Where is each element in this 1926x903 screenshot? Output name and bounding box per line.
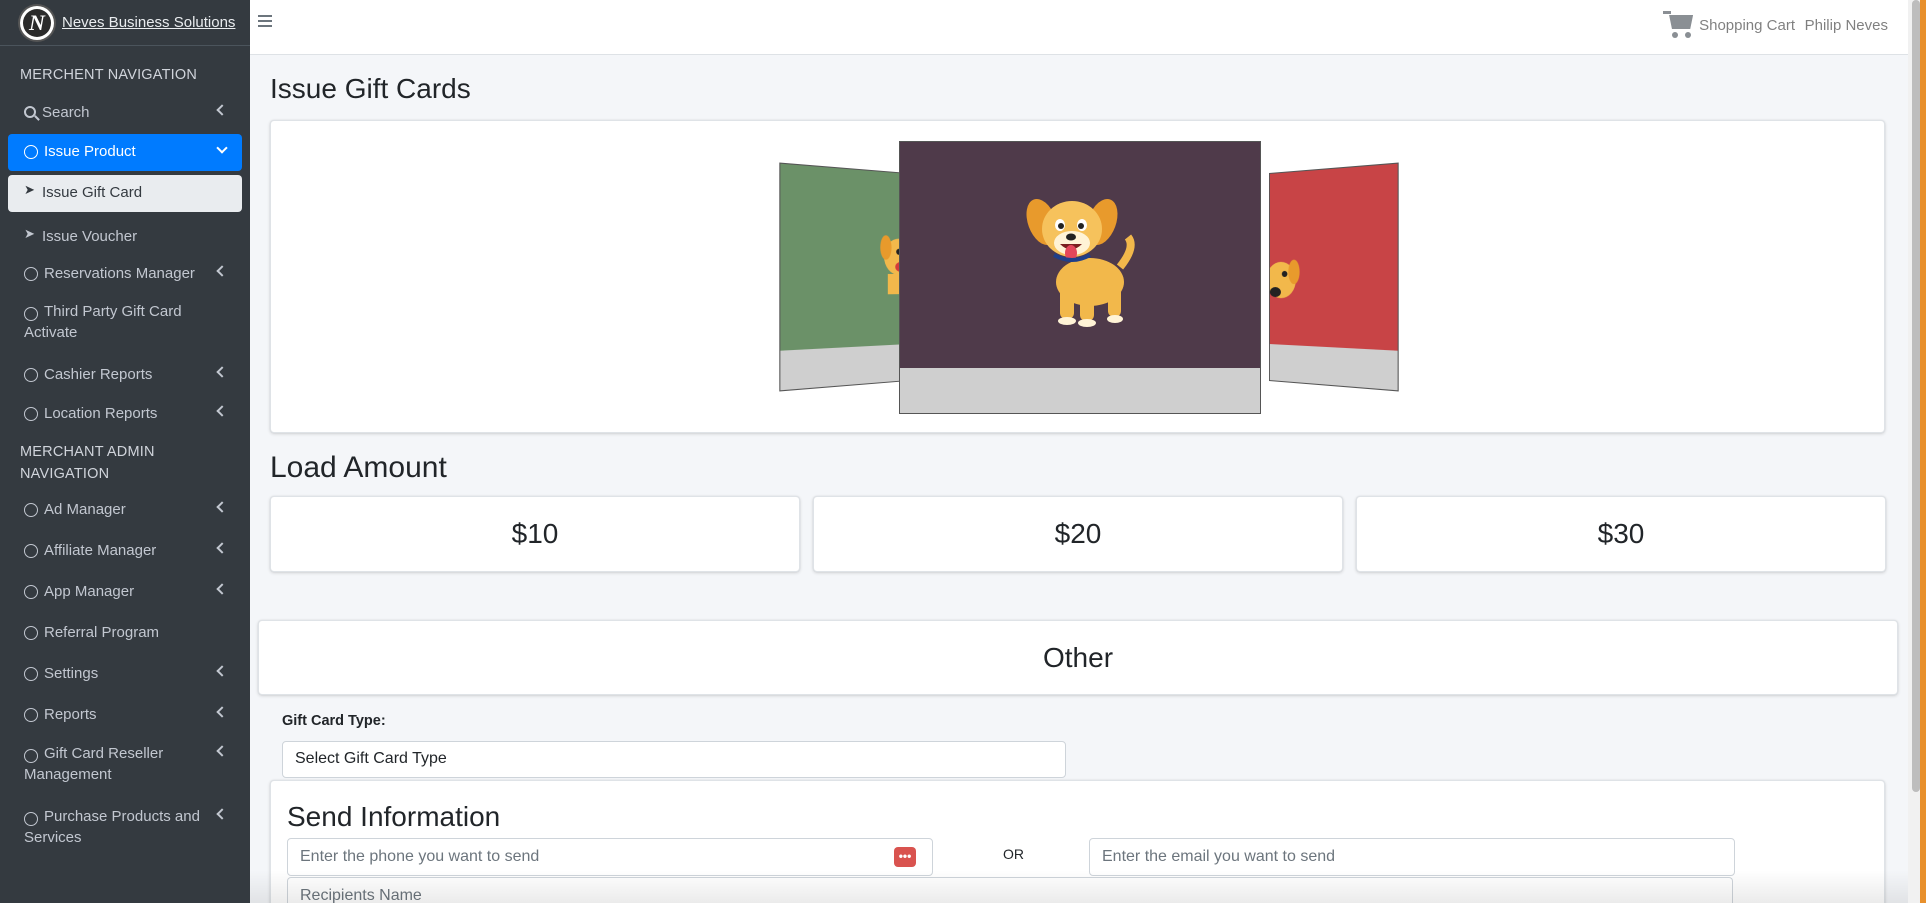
scrollbar-thumb[interactable] [1912, 0, 1920, 792]
sidebar-item-affiliate-manager[interactable]: Affiliate Manager [8, 526, 242, 567]
amount-option-10[interactable]: $10 [270, 496, 800, 572]
or-divider: OR [1003, 846, 1024, 862]
circle-icon [24, 503, 38, 517]
circle-icon [24, 307, 38, 322]
search-icon [24, 106, 36, 118]
phone-input[interactable]: Enter the phone you want to send ••• [287, 838, 933, 876]
gift-card-design-selected[interactable] [899, 141, 1261, 414]
sidebar-item-location-reports[interactable]: Location Reports [8, 395, 242, 435]
sidebar-item-search[interactable]: Search [8, 94, 242, 131]
sidebar-item-label: Reservations Manager [44, 265, 195, 282]
send-information-card: Send Information Enter the phone you wan… [270, 780, 1885, 903]
sidebar-item-label: Issue Voucher [42, 228, 138, 245]
admin-nav-header: MERCHANT ADMIN NAVIGATION [20, 444, 155, 482]
sidebar-item-gift-card-reseller[interactable]: Gift Card Reseller Management [8, 731, 242, 794]
gift-card-art [1269, 163, 1398, 353]
main-content: Issue Gift Cards Load Amount $10 $20 $30… [250, 55, 1908, 903]
brand-logo-letter: N [23, 8, 51, 37]
amount-option-other[interactable]: Other [258, 620, 1898, 695]
sidebar-item-third-party-gift-card[interactable]: Third Party Gift Card Activate [8, 293, 242, 355]
sidebar-item-label: Location Reports [44, 405, 158, 422]
circle-icon [24, 145, 38, 159]
sidebar-item-label: Third Party Gift Card Activate [24, 303, 182, 341]
puppy-icon [1026, 198, 1135, 327]
sidebar-item-issue-product[interactable]: Issue Product [8, 134, 242, 171]
sidebar-item-label: App Manager [44, 583, 135, 600]
sidebar-item-label: Affiliate Manager [44, 542, 157, 559]
sidebar-item-label: Referral Program [44, 624, 160, 641]
load-amount-title: Load Amount [270, 451, 447, 484]
send-information-title: Send Information [287, 801, 501, 832]
brand-link[interactable]: N Neves Business Solutions [0, 0, 250, 46]
page-title: Issue Gift Cards [270, 73, 471, 104]
sidebar-item-issue-gift-card[interactable]: ➤ Issue Gift Card [8, 175, 242, 212]
sidebar-item-settings[interactable]: Settings [8, 649, 242, 690]
sidebar-item-referral-program[interactable]: Referral Program [8, 608, 242, 649]
recipient-name-placeholder: Recipients Name [300, 887, 422, 903]
puppy-icon [1269, 259, 1300, 299]
chevron-left-icon [216, 745, 228, 757]
window-edge [1920, 0, 1926, 903]
circle-icon [24, 368, 38, 382]
sidebar-item-label: Issue Gift Card [42, 184, 143, 201]
gift-card-art [780, 163, 910, 353]
shopping-cart-link[interactable]: Shopping Cart [1663, 10, 1795, 40]
user-menu[interactable]: Philip Neves [1805, 17, 1888, 34]
topbar: Shopping Cart Philip Neves [250, 0, 1908, 55]
circle-icon [24, 267, 38, 281]
sidebar-item-issue-voucher[interactable]: ➤ Issue Voucher [8, 216, 242, 253]
gift-card-type-select[interactable]: Select Gift Card Type [282, 741, 1066, 778]
brand-name[interactable]: Neves Business Solutions [62, 14, 235, 31]
chevron-left-icon [216, 808, 228, 820]
sidebar-item-purchase-products[interactable]: Purchase Products and Services [8, 794, 242, 857]
sidebar-item-label: Settings [44, 665, 99, 682]
gift-card-design-green[interactable] [779, 162, 910, 392]
circle-icon [24, 749, 38, 764]
phone-input-placeholder: Enter the phone you want to send [300, 848, 540, 865]
gift-card-footer [1269, 344, 1398, 391]
menu-toggle-icon[interactable] [258, 15, 272, 27]
shopping-cart-label: Shopping Cart [1699, 16, 1795, 34]
circle-icon [24, 626, 38, 640]
cart-icon [1663, 10, 1695, 40]
sidebar-item-label: Search [42, 104, 90, 121]
amount-option-20[interactable]: $20 [813, 496, 1343, 572]
sidebar-item-reports[interactable]: Reports [8, 690, 242, 731]
sidebar: N Neves Business Solutions MERCHENT NAVI… [0, 0, 250, 903]
gift-card-type-label: Gift Card Type: [282, 713, 386, 729]
sidebar-item-label: Ad Manager [44, 501, 126, 518]
sidebar-item-reservations-manager[interactable]: Reservations Manager [8, 253, 242, 293]
gift-card-design-red[interactable] [1269, 162, 1399, 392]
circle-icon [24, 667, 38, 681]
gift-card-footer [900, 368, 1260, 413]
email-input[interactable]: Enter the email you want to send [1089, 838, 1735, 876]
circle-icon [24, 812, 38, 827]
recipient-name-input[interactable]: Recipients Name [287, 877, 1733, 903]
sidebar-item-app-manager[interactable]: App Manager [8, 567, 242, 608]
gift-card-art [900, 142, 1260, 370]
sidebar-item-label: Reports [44, 706, 97, 723]
circle-icon [24, 585, 38, 599]
sidebar-item-cashier-reports[interactable]: Cashier Reports [8, 355, 242, 395]
sidebar-item-label: Gift Card Reseller Management [24, 745, 164, 783]
sidebar-item-label: Cashier Reports [44, 366, 153, 383]
circle-icon [24, 407, 38, 421]
sidebar-item-ad-manager[interactable]: Ad Manager [8, 485, 242, 526]
sidebar-item-label: Issue Product [44, 143, 136, 160]
circle-icon [24, 708, 38, 722]
gift-card-footer [780, 344, 909, 391]
paper-plane-icon: ➤ [24, 182, 35, 197]
amount-option-30[interactable]: $30 [1356, 496, 1886, 572]
more-options-icon[interactable]: ••• [894, 847, 916, 867]
email-input-placeholder: Enter the email you want to send [1102, 848, 1336, 865]
circle-icon [24, 544, 38, 558]
paper-plane-icon: ➤ [24, 226, 35, 241]
brand-logo: N [20, 5, 54, 40]
gift-card-carousel [270, 120, 1885, 433]
sidebar-item-label: Purchase Products and Services [24, 808, 200, 846]
merchant-nav-header: MERCHENT NAVIGATION [20, 67, 198, 83]
